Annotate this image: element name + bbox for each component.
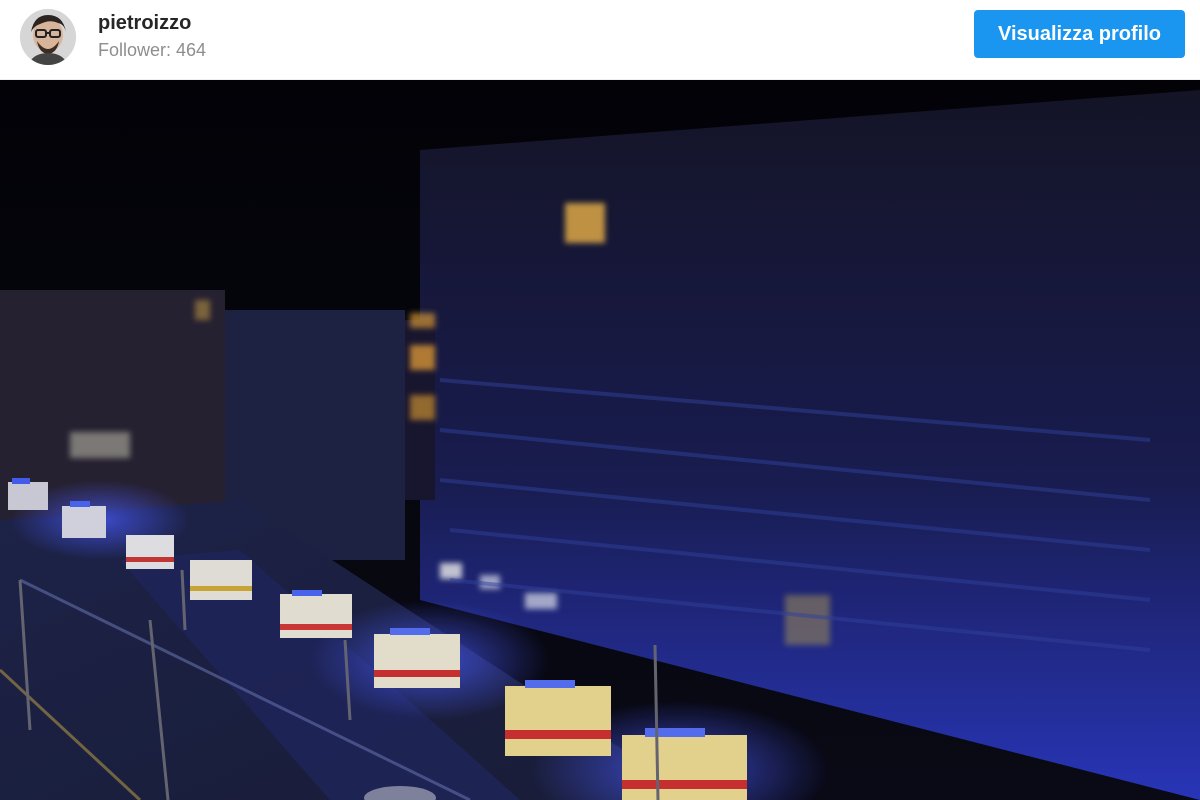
avatar[interactable] xyxy=(20,9,76,65)
view-profile-button[interactable]: Visualizza profilo xyxy=(974,10,1185,58)
post-header: pietroizzo Follower: 464 Visualizza prof… xyxy=(0,0,1200,80)
post-image xyxy=(0,80,1200,800)
username[interactable]: pietroizzo xyxy=(98,12,191,35)
profile-photo-icon xyxy=(20,9,76,65)
night-street-ambulances-image xyxy=(0,80,1200,800)
follower-count: Follower: 464 xyxy=(98,40,207,60)
